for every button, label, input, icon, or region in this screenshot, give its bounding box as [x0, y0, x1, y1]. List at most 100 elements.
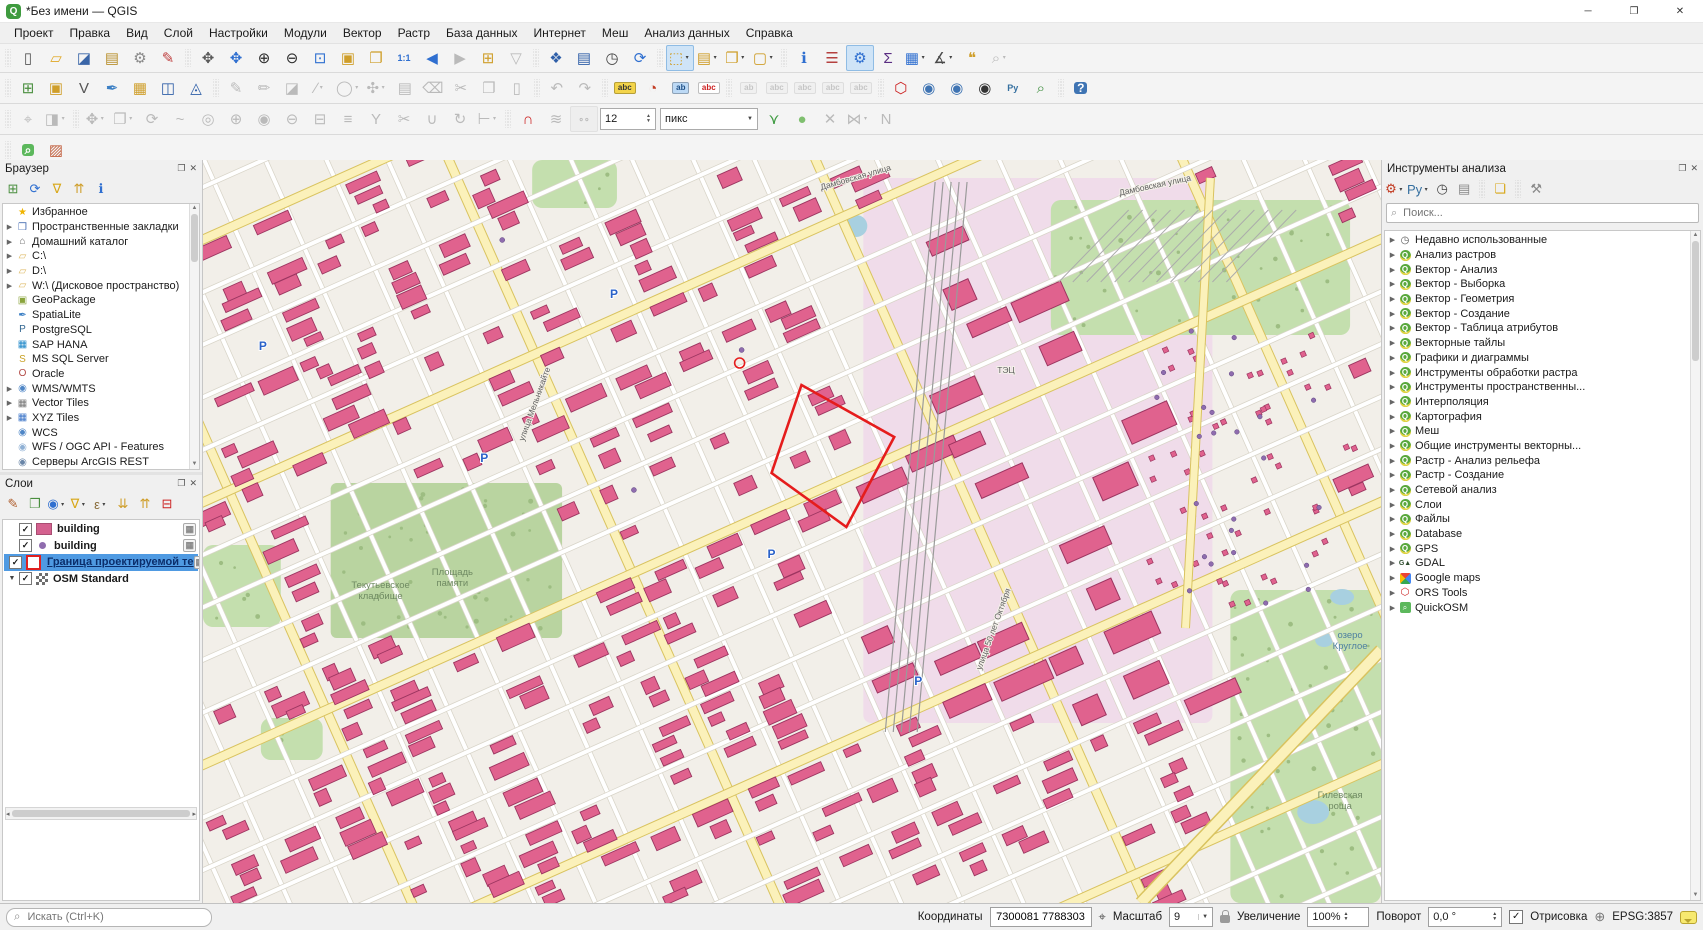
zoom-next-button[interactable]: ▶	[446, 45, 474, 71]
browser-item-arcgis[interactable]: ◉Серверы ArcGIS REST	[4, 455, 189, 468]
zoom-full-button[interactable]: ⊡	[306, 45, 334, 71]
new-print-layout-button[interactable]: ▤	[98, 45, 126, 71]
browser-item-folder[interactable]: ▶▱C:\	[4, 249, 189, 264]
pan-map-button[interactable]: ✥	[194, 45, 222, 71]
new-project-button[interactable]: ▯	[14, 45, 42, 71]
rotate-feature-button[interactable]: ⟳	[138, 106, 166, 132]
rotation-spinbox[interactable]: 0,0 ° ▲▼	[1428, 907, 1502, 927]
expand-arrow-icon[interactable]: ▶	[1387, 295, 1398, 303]
snapping-on-intersection-button[interactable]: ✕	[816, 106, 844, 132]
expand-arrow-icon[interactable]: ▶	[1387, 427, 1398, 435]
coordinates-display-toggle-icon[interactable]: ⌖	[1099, 909, 1106, 925]
toolbox-close-button[interactable]: ✕	[1690, 163, 1698, 174]
new-3d-map-view-button[interactable]: ▽	[502, 45, 530, 71]
models-button[interactable]: ⚙▾	[1385, 179, 1405, 199]
layer-visibility-checkbox[interactable]: ✓	[9, 556, 22, 569]
layer-row-3[interactable]: ✓Граница проектируемой те▦	[4, 554, 198, 571]
layer-expand-icon[interactable]: ▼	[7, 575, 17, 582]
python-scripts-button[interactable]: Py▾	[1407, 179, 1430, 199]
layer-row-4[interactable]: ▼✓OSM Standard	[4, 571, 198, 588]
layers-close-button[interactable]: ✕	[189, 478, 197, 489]
expand-arrow-icon[interactable]: ▶	[1387, 501, 1398, 509]
expand-arrow-icon[interactable]: ▶	[1387, 515, 1398, 523]
expand-arrow-icon[interactable]: ▶	[4, 223, 15, 231]
messages-icon[interactable]	[1680, 911, 1697, 924]
zoom-out-button[interactable]: ⊖	[278, 45, 306, 71]
open-project-button[interactable]: ▱	[42, 45, 70, 71]
history-button[interactable]: ◷	[1432, 179, 1452, 199]
new-geopackage-layer-button[interactable]: ▣	[42, 75, 70, 101]
browser-item-wms[interactable]: ▶◉WMS/WMTS	[4, 381, 189, 396]
results-viewer-button[interactable]: ▤	[1454, 179, 1474, 199]
expand-arrow-icon[interactable]: ▶	[1387, 589, 1398, 597]
add-ring-button[interactable]: ◎	[194, 106, 222, 132]
save-project-button[interactable]: ◪	[70, 45, 98, 71]
browser-item-folder[interactable]: ▶▱D:\	[4, 264, 189, 279]
expand-arrow-icon[interactable]: ▶	[1387, 574, 1398, 582]
copy-and-move-feature-button[interactable]: ❐▾	[110, 106, 138, 132]
menu-item-10[interactable]: Интернет	[526, 24, 594, 42]
vertex-tool-button[interactable]: ✣▾	[363, 75, 391, 101]
refresh-map-button[interactable]: ⟳	[626, 45, 654, 71]
toolbox-group-8[interactable]: ▶QВекторные тайлы	[1387, 336, 1690, 351]
new-spatialite-layer-button[interactable]: ✒	[98, 75, 126, 101]
layer-row-2[interactable]: ✓building▦	[4, 538, 198, 555]
browser-item-oracle[interactable]: OOracle	[4, 367, 189, 382]
menu-item-2[interactable]: Правка	[62, 24, 119, 42]
locator-input[interactable]	[25, 910, 204, 924]
self-snapping-button[interactable]: ⋈▾	[844, 106, 872, 132]
expand-arrow-icon[interactable]: ▶	[1387, 471, 1398, 479]
delete-part-button[interactable]: ⊟	[306, 106, 334, 132]
browser-item-xyz[interactable]: ▶▦XYZ Tiles	[4, 411, 189, 426]
toolbox-group-10[interactable]: ▶QИнструменты обработки растра	[1387, 365, 1690, 380]
toolbox-group-15[interactable]: ▶QОбщие инструменты векторны...	[1387, 439, 1690, 454]
menu-item-11[interactable]: Меш	[594, 24, 636, 42]
select-by-location-button[interactable]: ▢▾	[750, 45, 778, 71]
expand-arrow-icon[interactable]: ▶	[1387, 457, 1398, 465]
map-tips-button[interactable]: ❝	[958, 45, 986, 71]
toolbox-group-1[interactable]: ▶◷Недавно использованные	[1387, 233, 1690, 248]
new-map-view-button[interactable]: ⊞	[474, 45, 502, 71]
rotate-label-button[interactable]: abc	[791, 75, 819, 101]
edit-features-in-place-button[interactable]: ❏	[1490, 179, 1510, 199]
paste-features-button[interactable]: ▯	[503, 75, 531, 101]
layer-visibility-checkbox[interactable]: ✓	[19, 572, 32, 585]
processing-toolbox-button[interactable]: ⚙	[846, 45, 874, 71]
toolbox-group-4[interactable]: ▶QВектор - Выборка	[1387, 277, 1690, 292]
new-mesh-layer-button[interactable]: ◬	[182, 75, 210, 101]
open-layer-styling-panel-button[interactable]: ✎	[3, 494, 23, 514]
menu-item-8[interactable]: Растр	[390, 24, 438, 42]
statistical-summary-button[interactable]: ☰	[818, 45, 846, 71]
expand-arrow-icon[interactable]: ▶	[1387, 310, 1398, 318]
filter-browser-button[interactable]: ∇	[47, 179, 67, 199]
tracing-offset-button[interactable]: ●	[788, 106, 816, 132]
expand-arrow-icon[interactable]: ▶	[1387, 486, 1398, 494]
properties-widget-button[interactable]: ℹ	[91, 179, 111, 199]
expand-arrow-icon[interactable]: ▶	[1387, 280, 1398, 288]
memory-layer-indicator-icon[interactable]: ▦	[183, 539, 196, 552]
avoid-overlap-button[interactable]: ∘∘	[570, 106, 598, 132]
enable-tracing-button[interactable]: ⋎	[760, 106, 788, 132]
new-spatial-bookmark-button[interactable]: ❖	[542, 45, 570, 71]
zoom-in-button[interactable]: ⊕	[250, 45, 278, 71]
browser-item-hana[interactable]: ▦SAP HANA	[4, 337, 189, 352]
add-part-button[interactable]: ⊕	[222, 106, 250, 132]
zoom-to-selection-button[interactable]: ▣	[334, 45, 362, 71]
toolbox-group-22[interactable]: ▶QGPS	[1387, 541, 1690, 556]
expand-arrow-icon[interactable]: ▶	[1387, 604, 1398, 612]
style-manager-button[interactable]: ✎	[154, 45, 182, 71]
expand-arrow-icon[interactable]: ▶	[1387, 442, 1398, 450]
toolbox-group-25[interactable]: ▶⬡ORS Tools	[1387, 586, 1690, 601]
expand-arrow-icon[interactable]: ▶	[1387, 354, 1398, 362]
browser-item-mssql[interactable]: SMS SQL Server	[4, 352, 189, 367]
toolbox-group-9[interactable]: ▶QГрафики и диаграммы	[1387, 351, 1690, 366]
redo-button[interactable]: ↷	[571, 75, 599, 101]
python-console-button[interactable]: Py	[999, 75, 1027, 101]
expand-arrow-icon[interactable]: ▶	[1387, 398, 1398, 406]
expand-arrow-icon[interactable]: ▶	[1387, 324, 1398, 332]
toolbox-group-6[interactable]: ▶QВектор - Создание	[1387, 306, 1690, 321]
menu-item-5[interactable]: Настройки	[201, 24, 276, 42]
collapse-all-button[interactable]: ⇈	[69, 179, 89, 199]
expand-arrow-icon[interactable]: ▶	[4, 282, 15, 290]
toolbox-group-7[interactable]: ▶QВектор - Таблица атрибутов	[1387, 321, 1690, 336]
